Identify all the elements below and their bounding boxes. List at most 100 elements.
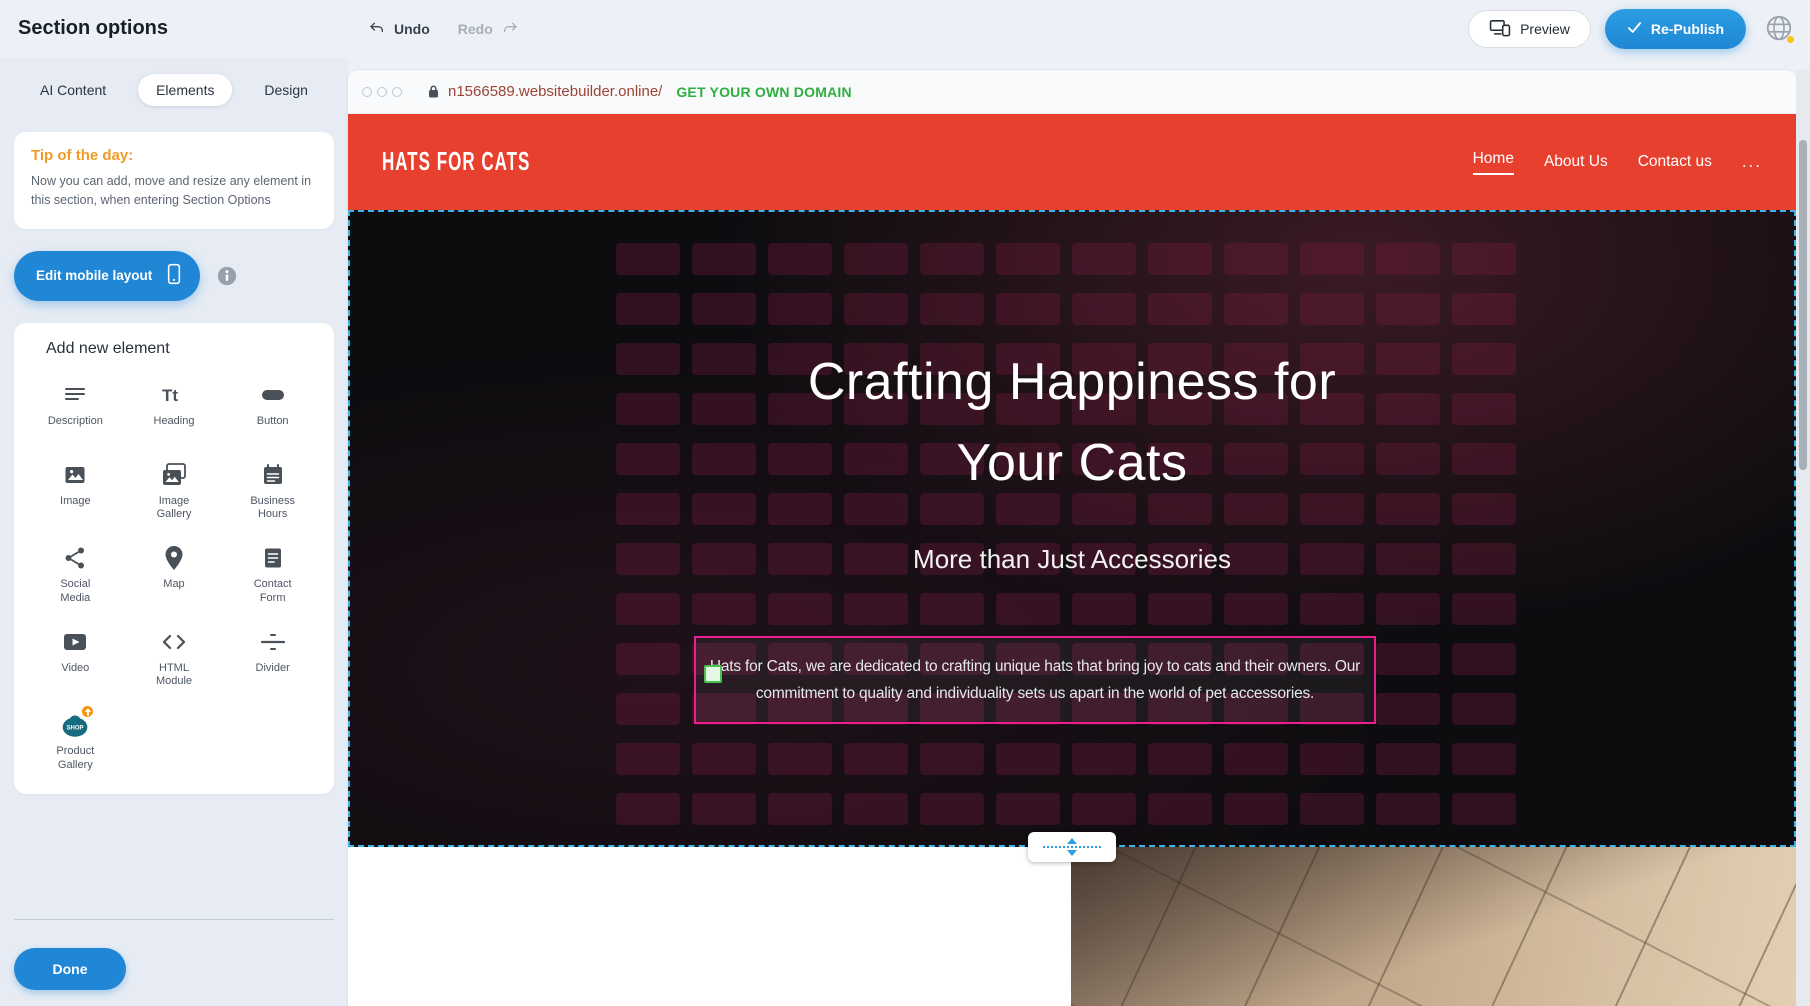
grid-tile [844, 743, 908, 775]
site-url[interactable]: n1566589.websitebuilder.online/ [448, 83, 662, 100]
pavement-photo [1071, 847, 1796, 1006]
element-label: Heading [154, 415, 195, 429]
element-label: Divider [256, 662, 290, 676]
site-header: HATS FOR CATS Home About Us Contact us .… [348, 114, 1796, 210]
grid-tile [768, 293, 832, 325]
grid-tile [996, 793, 1060, 825]
grid-tile [1072, 293, 1136, 325]
scrollbar-thumb[interactable] [1799, 140, 1807, 470]
button-icon [258, 381, 288, 409]
grid-tile [1300, 593, 1364, 625]
edit-mobile-label: Edit mobile layout [36, 268, 152, 283]
window-dot-icon [377, 87, 387, 97]
grid-tile [1224, 293, 1288, 325]
section-resize-handle[interactable] [1028, 832, 1116, 862]
grid-tile [920, 743, 984, 775]
element-business-hours[interactable]: Business Hours [223, 450, 322, 534]
sidebar-tabs: AI Content Elements Design [14, 74, 334, 106]
premium-badge-icon [80, 704, 95, 719]
svg-text:SHOP: SHOP [67, 726, 84, 732]
element-social-media[interactable]: Social Media [26, 533, 125, 617]
divider-icon [258, 628, 288, 656]
element-label: Image [60, 495, 91, 509]
sidebar-footer: Done [0, 919, 348, 1006]
nav-item-home[interactable]: Home [1473, 150, 1514, 175]
element-image[interactable]: Image [26, 450, 125, 534]
site-logo[interactable]: HATS FOR CATS [382, 147, 530, 178]
element-label: Map [163, 578, 184, 592]
grid-tile [1148, 743, 1212, 775]
element-video[interactable]: Video [26, 617, 125, 701]
preview-devices-icon [1489, 19, 1511, 40]
grid-tile [1452, 293, 1516, 325]
add-element-title: Add new element [46, 340, 322, 358]
grid-tile [1376, 793, 1440, 825]
undo-button[interactable]: Undo [368, 20, 430, 39]
hero-section[interactable]: Crafting Happiness for Your Cats More th… [348, 210, 1796, 847]
republish-label: Re-Publish [1651, 21, 1724, 37]
tip-body: Now you can add, move and resize any ele… [31, 172, 317, 210]
grid-tile [768, 593, 832, 625]
grid-tile [1300, 793, 1364, 825]
grid-tile [1072, 593, 1136, 625]
tab-ai-content[interactable]: AI Content [22, 74, 124, 106]
site-nav: Home About Us Contact us ... [1473, 150, 1762, 175]
image-icon [60, 461, 90, 489]
element-divider[interactable]: Divider [223, 617, 322, 701]
grid-tile [1148, 243, 1212, 275]
element-drag-handle[interactable] [704, 665, 722, 683]
element-html-module[interactable]: HTML Module [125, 617, 224, 701]
hero-title-line1: Crafting Happiness for [348, 342, 1796, 423]
resize-dots-icon [1043, 846, 1101, 848]
done-button[interactable]: Done [14, 948, 126, 990]
hero-description: Hats for Cats, we are dedicated to craft… [702, 653, 1368, 707]
grid-tile [1300, 243, 1364, 275]
hero-subtitle[interactable]: More than Just Accessories [348, 544, 1796, 575]
grid-tile [996, 293, 1060, 325]
website-builder-app: Section options Undo Redo Preview [0, 0, 1810, 1006]
grid-tile [1072, 243, 1136, 275]
element-description[interactable]: Description [26, 370, 125, 450]
get-domain-link[interactable]: GET YOUR OWN DOMAIN [676, 84, 851, 100]
grid-tile [616, 293, 680, 325]
tab-design[interactable]: Design [246, 74, 326, 106]
info-button[interactable] [216, 265, 238, 287]
nav-item-contact[interactable]: Contact us [1638, 153, 1712, 171]
lock-icon [427, 84, 440, 99]
grid-tile [1224, 743, 1288, 775]
sidebar-divider [14, 919, 334, 920]
grid-tile [844, 243, 908, 275]
redo-button[interactable]: Redo [458, 20, 519, 39]
selected-description-element[interactable]: Hats for Cats, we are dedicated to craft… [694, 636, 1376, 724]
hero-title[interactable]: Crafting Happiness for Your Cats [348, 342, 1796, 504]
element-product-gallery[interactable]: SHOP Product Gallery [26, 700, 125, 784]
grid-tile [920, 593, 984, 625]
element-image-gallery[interactable]: Image Gallery [125, 450, 224, 534]
republish-button[interactable]: Re-Publish [1605, 9, 1746, 49]
grid-tile [1072, 793, 1136, 825]
grid-tile [1376, 593, 1440, 625]
hero-tile-grid [616, 243, 1516, 825]
preview-button[interactable]: Preview [1468, 10, 1591, 48]
grid-tile [1072, 743, 1136, 775]
element-label: Product Gallery [44, 745, 106, 773]
nav-more-icon[interactable]: ... [1742, 152, 1762, 172]
social-media-icon [60, 544, 90, 572]
grid-tile [1376, 243, 1440, 275]
language-globe-button[interactable] [1760, 10, 1798, 48]
nav-item-about[interactable]: About Us [1544, 153, 1608, 171]
element-map[interactable]: Map [125, 533, 224, 617]
undo-icon [368, 20, 386, 39]
edit-mobile-layout-button[interactable]: Edit mobile layout [14, 251, 200, 301]
element-contact-form[interactable]: Contact Form [223, 533, 322, 617]
window-dot-icon [392, 87, 402, 97]
grid-tile [920, 793, 984, 825]
element-button[interactable]: Button [223, 370, 322, 450]
element-heading[interactable]: Tt Heading [125, 370, 224, 450]
mobile-layout-row: Edit mobile layout [14, 251, 334, 301]
resize-up-icon [1067, 838, 1077, 844]
grid-tile [1452, 743, 1516, 775]
tip-title: Tip of the day: [31, 147, 317, 164]
tab-elements[interactable]: Elements [138, 74, 232, 106]
grid-tile [616, 693, 680, 725]
